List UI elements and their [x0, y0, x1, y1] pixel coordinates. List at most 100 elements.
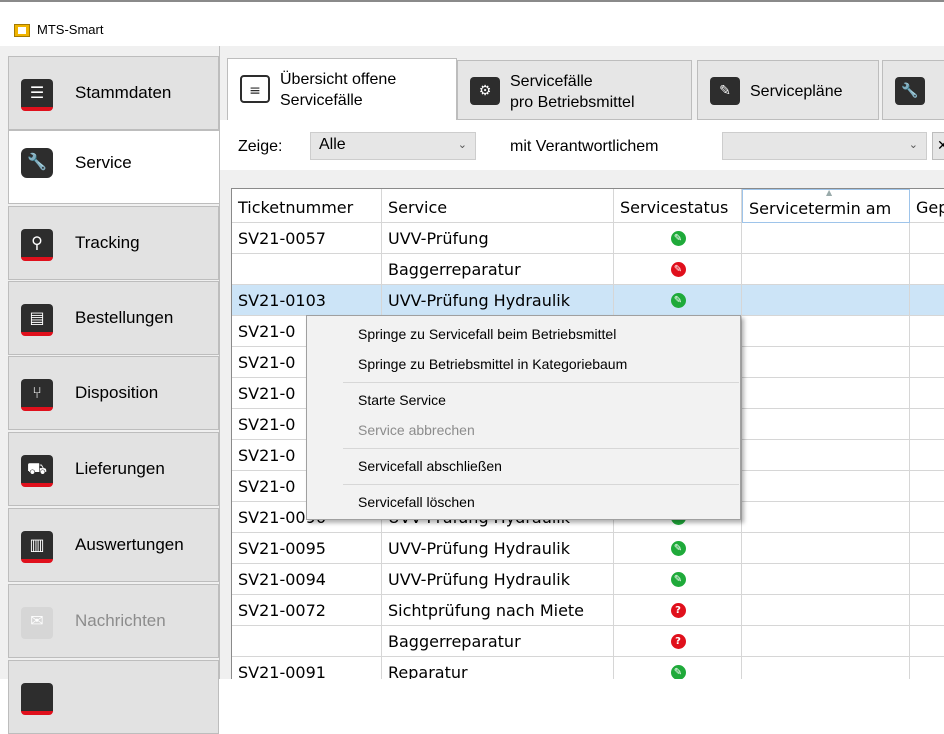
- menu-item-goto-service-case[interactable]: Springe zu Servicefall beim Betriebsmitt…: [358, 326, 616, 342]
- show-label: Zeige:: [238, 138, 283, 155]
- table-row[interactable]: SV21-0095 UVV-Prüfung Hydraulik ✎: [232, 533, 944, 564]
- nav-item-label: Stammdaten: [75, 83, 172, 102]
- menu-item-cancel-service[interactable]: Service abbrechen: [358, 422, 475, 438]
- service-machine-icon: ⚙: [470, 77, 500, 105]
- nav-item-auswertungen[interactable]: ▥ Auswertungen: [8, 508, 219, 582]
- sort-arrow-icon: ▲: [826, 189, 833, 197]
- status-ok-wrench-icon: ✎: [670, 572, 686, 587]
- show-filter-select[interactable]: Alle ⌄: [310, 132, 476, 160]
- cell-gep: [910, 471, 944, 502]
- nav-item-label: Service: [75, 153, 132, 172]
- nav-item-nachrichten[interactable]: ✉ Nachrichten: [8, 584, 219, 658]
- cell-ticket: SV21-0095: [232, 533, 382, 564]
- cell-service-date: [742, 657, 910, 679]
- column-header-ticket[interactable]: Ticketnummer: [232, 189, 382, 223]
- cell-status: ✎: [614, 223, 742, 254]
- cell-service-date: [742, 409, 910, 440]
- cell-service: Sichtprüfung nach Miete: [382, 595, 614, 626]
- menu-item-start-service[interactable]: Starte Service: [358, 392, 446, 408]
- wrench-icon: 🔧: [21, 148, 53, 178]
- list-icon: ☰: [21, 79, 53, 111]
- nav-item-lieferungen[interactable]: ⛟ Lieferungen: [8, 432, 219, 506]
- nav-item-stammdaten[interactable]: ☰ Stammdaten: [8, 56, 219, 130]
- cell-service-date: [742, 254, 910, 285]
- cell-service-date: [742, 440, 910, 471]
- menu-item-goto-category-tree[interactable]: Springe zu Betriebsmittel in Kategorieba…: [358, 356, 627, 372]
- status-ok-wrench-icon: ✎: [670, 541, 686, 556]
- table-row[interactable]: SV21-0091 Reparatur ✎: [232, 657, 944, 679]
- responsible-select[interactable]: ⌄: [722, 132, 927, 160]
- nav-item-disposition[interactable]: ⑂ Disposition: [8, 356, 219, 430]
- nav-item-service[interactable]: 🔧 Service: [8, 130, 219, 204]
- column-header-service[interactable]: Service: [382, 189, 614, 223]
- tab-more[interactable]: 🔧: [882, 60, 944, 120]
- cell-service-date: [742, 595, 910, 626]
- nav-item-label: Nachrichten: [75, 611, 166, 630]
- table-row[interactable]: SV21-0094 UVV-Prüfung Hydraulik ✎: [232, 564, 944, 595]
- cell-gep: [910, 223, 944, 254]
- cell-gep: [910, 502, 944, 533]
- cell-service-date: [742, 471, 910, 502]
- cell-service-date: [742, 285, 910, 316]
- cell-gep: [910, 440, 944, 471]
- clipboard-cart-icon: ▤: [21, 304, 53, 336]
- clear-filter-button[interactable]: ✕: [932, 132, 944, 160]
- title-bar: MTS-Smart: [0, 0, 944, 46]
- column-header-label: Servicetermin am: [749, 199, 892, 218]
- status-unknown-icon: ?: [670, 603, 686, 618]
- cell-status: ?: [614, 626, 742, 657]
- tab-label: Übersicht offene Servicefälle: [280, 71, 397, 109]
- column-header-gep[interactable]: Gep: [910, 189, 944, 223]
- table-row[interactable]: SV21-0057 UVV-Prüfung ✎: [232, 223, 944, 254]
- cell-status: ✎: [614, 564, 742, 595]
- responsible-label: mit Verantwortlichem: [510, 138, 659, 155]
- main-navigation: ☰ Stammdaten 🔧 Service ⚲ Tracking ▤ Best…: [0, 46, 219, 734]
- cell-service: UVV-Prüfung: [382, 223, 614, 254]
- cell-service-date: [742, 502, 910, 533]
- cell-gep: [910, 254, 944, 285]
- nav-item-bestellungen[interactable]: ▤ Bestellungen: [8, 281, 219, 355]
- bar-chart-icon: ▥: [21, 531, 53, 563]
- nav-item-tracking[interactable]: ⚲ Tracking: [8, 206, 219, 280]
- cell-gep: [910, 657, 944, 679]
- cell-service-date: [742, 378, 910, 409]
- cell-ticket: SV21-0057: [232, 223, 382, 254]
- cell-gep: [910, 533, 944, 564]
- tab-service-per-machine[interactable]: ⚙ Servicefälle pro Betriebsmittel: [457, 60, 692, 120]
- nav-item-more[interactable]: [8, 660, 219, 734]
- status-ok-wrench-icon: ✎: [670, 231, 686, 246]
- app-logo-icon: [14, 24, 30, 37]
- column-header-service-date[interactable]: ▲ Servicetermin am: [742, 189, 910, 223]
- cell-service-date: [742, 533, 910, 564]
- wrench-icon: 🔧: [895, 77, 925, 105]
- column-header-status[interactable]: Servicestatus: [614, 189, 742, 223]
- tab-service-plans[interactable]: ✎ Servicepläne: [697, 60, 879, 120]
- cell-ticket: [232, 254, 382, 285]
- more-icon: [21, 683, 53, 715]
- table-row[interactable]: SV21-0072 Sichtprüfung nach Miete?: [232, 595, 944, 626]
- show-filter-value: Alle: [319, 136, 346, 153]
- cell-status: ✎: [614, 254, 742, 285]
- tab-open-service-cases[interactable]: ≡ Übersicht offene Servicefälle: [227, 58, 457, 120]
- table-row[interactable]: Baggerreparatur ✎: [232, 254, 944, 285]
- menu-separator: [343, 484, 739, 485]
- tab-label: Servicefälle pro Betriebsmittel: [510, 73, 635, 111]
- cell-status: ✎: [614, 285, 742, 316]
- cell-service-date: [742, 223, 910, 254]
- cell-status: ✎: [614, 533, 742, 564]
- service-plan-icon: ✎: [710, 77, 740, 105]
- cell-service: Reparatur: [382, 657, 614, 679]
- truck-icon: ⛟: [21, 455, 53, 487]
- filter-bar: Zeige: Alle ⌄ mit Verantwortlichem ⌄ ✕: [220, 120, 944, 170]
- table-row[interactable]: SV21-0103 UVV-Prüfung Hydraulik ✎: [232, 285, 944, 316]
- cell-gep: [910, 316, 944, 347]
- table-row[interactable]: Baggerreparatur?: [232, 626, 944, 657]
- cell-gep: [910, 626, 944, 657]
- menu-item-close-service-case[interactable]: Servicefall abschließen: [358, 458, 502, 474]
- cell-service: UVV-Prüfung Hydraulik: [382, 285, 614, 316]
- menu-item-delete-service-case[interactable]: Servicefall löschen: [358, 494, 475, 510]
- chevron-down-icon: ⌄: [908, 139, 918, 151]
- service-overview-icon: ≡: [240, 75, 270, 103]
- envelope-icon: ✉: [21, 607, 53, 639]
- cell-gep: [910, 285, 944, 316]
